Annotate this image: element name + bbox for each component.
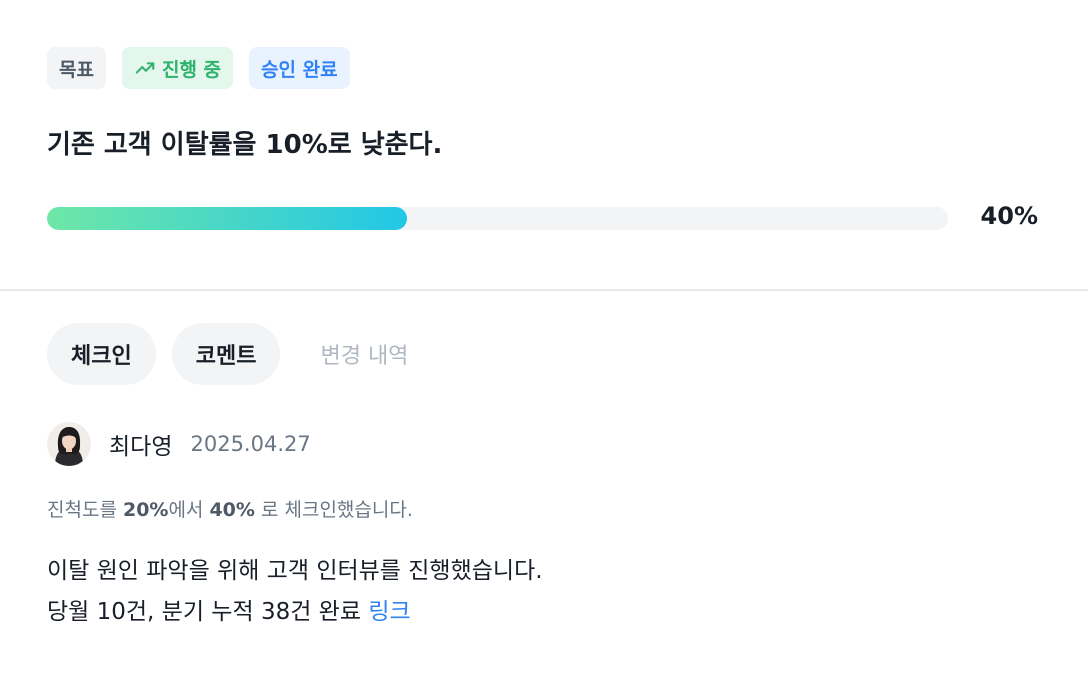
progress-bar [47,207,948,230]
entry-date: 2025.04.27 [190,432,311,456]
progress-bar-fill [47,207,408,230]
checkin-summary: 진척도를 20%에서 40% 로 체크인했습니다. [47,495,413,522]
author-name: 최다영 [109,434,173,460]
checkin-body: 이탈 원인 파악을 위해 고객 인터뷰를 진행했습니다. 당월 10건, 분기 … [47,551,543,633]
reference-link[interactable]: 링크 [368,599,410,625]
checkin-from-value: 20% [122,499,169,521]
status-badge-label: 진행 중 [161,58,222,81]
checkin-middle: 에서 [168,499,210,521]
checkin-suffix: 로 체크인했습니다. [254,499,413,521]
tab-history[interactable]: 변경 내역 [296,323,432,385]
tab-bar: 체크인 코멘트 변경 내역 [47,323,432,385]
section-divider [0,289,1088,291]
category-badge: 목표 [47,47,106,89]
trending-up-icon [134,57,156,79]
avatar[interactable] [47,422,91,466]
goal-badges: 목표 진행 중 승인 완료 [47,47,350,89]
checkin-body-text: 당월 10건, 분기 누적 38건 완료 [47,599,369,625]
tab-comments[interactable]: 코멘트 [171,323,281,385]
checkin-to-value: 40% [209,499,255,521]
checkin-entry-header: 최다영 2025.04.27 [47,422,311,466]
status-badge: 진행 중 [121,47,234,89]
progress-percent: 40% [980,202,1038,230]
approval-badge-label: 승인 완료 [261,58,338,81]
approval-badge: 승인 완료 [249,47,350,89]
goal-title: 기존 고객 이탈률을 10%로 낮춘다. [47,130,443,160]
checkin-body-line: 당월 10건, 분기 누적 38건 완료 링크 [47,592,543,633]
checkin-prefix: 진척도를 [47,499,123,521]
tab-checkin[interactable]: 체크인 [47,323,156,385]
category-badge-label: 목표 [59,58,94,81]
checkin-body-line: 이탈 원인 파악을 위해 고객 인터뷰를 진행했습니다. [47,558,543,584]
